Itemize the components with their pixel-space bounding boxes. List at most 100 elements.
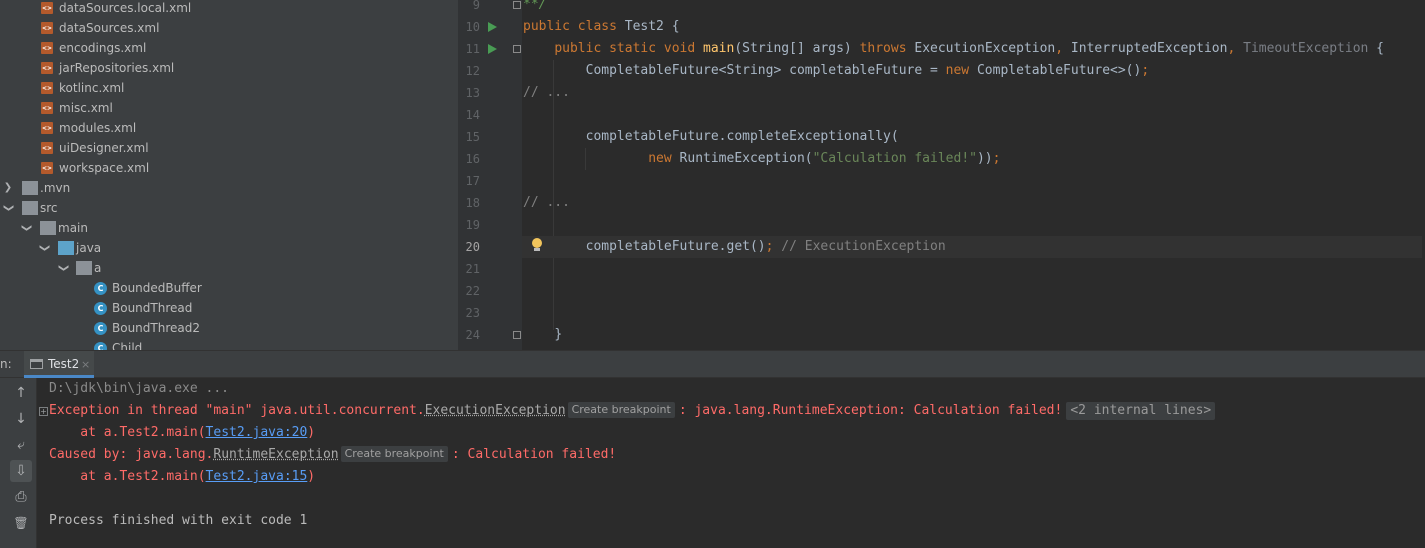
tree-item-modules[interactable]: <> modules.xml — [0, 118, 458, 138]
run-gutter-icon[interactable] — [488, 44, 497, 54]
java-class-icon: C — [94, 322, 107, 335]
create-breakpoint-button[interactable]: Create breakpoint — [567, 402, 675, 418]
tree-item-datasources-local[interactable]: <> dataSources.local.xml — [0, 0, 458, 18]
tree-item-mvn[interactable]: ❯ .mvn — [0, 178, 458, 198]
tree-item-label: a — [94, 261, 102, 275]
create-breakpoint-button[interactable]: Create breakpoint — [340, 446, 448, 462]
exception-class-link[interactable]: ExecutionException — [425, 403, 566, 418]
print-button[interactable]: ⎙ — [10, 486, 32, 508]
tree-item-boundthread2[interactable]: C BoundThread2 — [0, 318, 458, 338]
source-link[interactable]: Test2.java:20 — [206, 425, 308, 440]
tree-item-label: kotlinc.xml — [59, 81, 125, 95]
tree-item-java[interactable]: ❯ java — [0, 238, 458, 258]
console-exception-line: Exception in thread "main" java.util.con… — [49, 400, 1216, 422]
chevron-right-icon[interactable]: ❯ — [2, 178, 14, 198]
tree-item-label: jarRepositories.xml — [59, 61, 175, 75]
line-number: 22 — [465, 284, 480, 298]
tree-item-boundthread[interactable]: C BoundThread — [0, 298, 458, 318]
run-window-title: n: — [0, 357, 12, 371]
xml-file-icon: <> — [41, 2, 53, 14]
line-number: 24 — [458, 324, 522, 346]
code-line: CompletableFuture<String> completableFut… — [585, 63, 1150, 78]
source-link[interactable]: Test2.java:15 — [206, 469, 308, 484]
run-gutter-icon[interactable] — [488, 22, 497, 32]
java-class-icon: C — [94, 282, 107, 295]
tree-item-label: dataSources.local.xml — [59, 1, 192, 15]
soft-wrap-button[interactable]: ⤶ — [10, 434, 32, 456]
tree-item-boundedbuffer[interactable]: C BoundedBuffer — [0, 278, 458, 298]
xml-file-icon: <> — [41, 162, 53, 174]
fold-icon[interactable] — [513, 1, 521, 9]
line-number: 14 — [465, 108, 480, 122]
console-stack-line: at a.Test2.main(Test2.java:15) — [49, 469, 316, 484]
xml-file-icon: <> — [41, 82, 53, 94]
line-number: 16 — [465, 152, 480, 166]
tab-label: Test2 — [48, 357, 80, 371]
tree-item-label: main — [58, 221, 88, 235]
expand-fold-icon[interactable]: + — [39, 407, 48, 416]
xml-file-icon: <> — [41, 42, 53, 54]
line-number: 23 — [465, 306, 480, 320]
console-caused-by-line: Caused by: java.lang.RuntimeException Cre… — [49, 446, 617, 462]
down-stack-trace-button[interactable]: ↓ — [10, 408, 32, 430]
tree-item-label: BoundThread — [112, 301, 193, 315]
code-line: // ... — [523, 85, 570, 100]
folder-icon — [22, 201, 38, 215]
chevron-down-icon[interactable]: ❯ — [0, 202, 18, 214]
chevron-down-icon[interactable]: ❯ — [53, 262, 73, 274]
exception-class-link[interactable]: RuntimeException — [213, 447, 338, 462]
tree-item-workspace[interactable]: <> workspace.xml — [0, 158, 458, 178]
code-line: **/ — [523, 0, 547, 12]
tree-item-jarrepositories[interactable]: <> jarRepositories.xml — [0, 58, 458, 78]
xml-file-icon: <> — [41, 122, 53, 134]
line-number: 15 — [465, 130, 480, 144]
tree-item-label: .mvn — [40, 181, 71, 195]
intention-bulb-icon[interactable] — [531, 238, 543, 254]
tree-item-src[interactable]: ❯ src — [0, 198, 458, 218]
tree-item-datasources[interactable]: <> dataSources.xml — [0, 18, 458, 38]
tree-item-label: modules.xml — [59, 121, 137, 135]
tree-item-label: src — [40, 201, 58, 215]
code-line: // ... — [523, 195, 570, 210]
tree-item-label: java — [76, 241, 102, 255]
code-line: } — [554, 327, 563, 342]
internal-lines-fold[interactable]: <2 internal lines> — [1066, 402, 1216, 420]
up-stack-trace-button[interactable]: ↑ — [10, 382, 32, 404]
tree-item-misc[interactable]: <> misc.xml — [0, 98, 458, 118]
tree-item-package-a[interactable]: ❯ a — [0, 258, 458, 278]
editor-gutter: 9 10 11 12 13 14 15 16 17 18 19 20 21 22… — [458, 0, 522, 350]
console-stack-line: at a.Test2.main(Test2.java:20) — [49, 425, 316, 440]
tab-run-test2[interactable]: Test2 × — [24, 351, 94, 378]
line-number: 19 — [465, 218, 480, 232]
xml-file-icon: <> — [41, 142, 53, 154]
tree-item-encodings[interactable]: <> encodings.xml — [0, 38, 458, 58]
chevron-down-icon[interactable]: ❯ — [34, 242, 54, 254]
tree-item-label: workspace.xml — [59, 161, 150, 175]
fold-icon[interactable] — [513, 45, 521, 53]
tree-item-kotlinc[interactable]: <> kotlinc.xml — [0, 78, 458, 98]
line-number: 11 — [458, 38, 522, 60]
tree-item-label: Child — [112, 341, 143, 350]
fold-icon[interactable] — [513, 331, 521, 339]
tree-item-uidesigner[interactable]: <> uiDesigner.xml — [0, 138, 458, 158]
line-number: 21 — [465, 262, 480, 276]
folder-icon — [40, 221, 56, 235]
line-number: 12 — [465, 64, 480, 78]
code-editor[interactable]: 9 10 11 12 13 14 15 16 17 18 19 20 21 22… — [458, 0, 1425, 350]
clear-all-button[interactable]: 🗑 — [10, 512, 32, 534]
line-number: 17 — [465, 174, 480, 188]
close-icon[interactable]: × — [81, 351, 90, 378]
code-line: public static void main(String[] args) t… — [554, 41, 1385, 56]
tree-item-label: BoundedBuffer — [112, 281, 202, 295]
code-line: new RuntimeException("Calculation failed… — [648, 151, 1001, 166]
line-number: 20 — [465, 240, 480, 254]
tree-item-main[interactable]: ❯ main — [0, 218, 458, 238]
console-output[interactable]: D:\jdk\bin\java.exe ... + Exception in t… — [37, 378, 1425, 548]
tree-item-label: BoundThread2 — [112, 321, 200, 335]
run-toolbar: ↑ ↓ ⤶ ⇩ ⎙ 🗑 — [0, 378, 37, 548]
scroll-to-end-button[interactable]: ⇩ — [10, 460, 32, 482]
tree-item-label: dataSources.xml — [59, 21, 160, 35]
chevron-down-icon[interactable]: ❯ — [16, 222, 36, 234]
tree-item-child[interactable]: C Child — [0, 338, 458, 350]
project-tree-panel: <> dataSources.local.xml <> dataSources.… — [0, 0, 458, 350]
